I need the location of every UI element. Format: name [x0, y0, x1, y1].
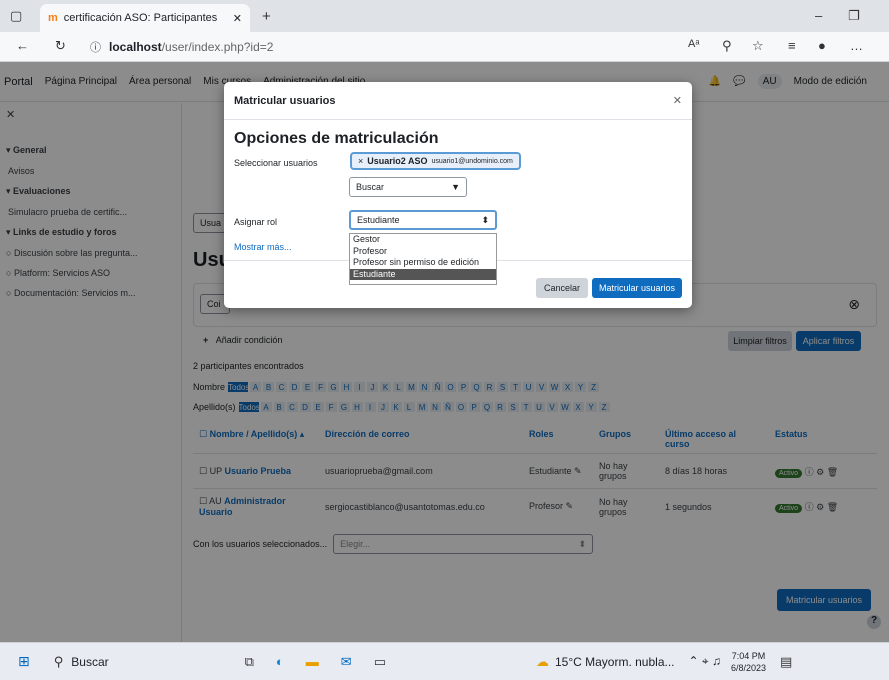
role-dropdown-list: Gestor Profesor Profesor sin permiso de … — [349, 233, 497, 285]
tab-title: certificación ASO: Participantes — [63, 12, 218, 24]
zoom-icon[interactable]: ⚲ — [722, 38, 732, 54]
close-modal-icon[interactable]: ✕ — [673, 94, 682, 107]
address-bar-row: ← ↻ ⓘ localhost/user/index.php?id=2 Aᵃ ⚲… — [0, 32, 889, 62]
restore-icon[interactable]: ❐ — [848, 8, 860, 24]
window-menu-icon[interactable]: ▢ — [10, 8, 22, 24]
mail-icon[interactable]: ✉ — [341, 654, 352, 670]
enrol-submit-button[interactable]: Matricular usuarios — [592, 278, 682, 298]
moodle-icon: m — [48, 12, 58, 24]
modal-title: Matricular usuarios — [234, 94, 336, 107]
select-users-label: Seleccionar usuarios — [234, 158, 318, 168]
minimize-icon[interactable]: – — [815, 8, 822, 23]
weather-icon: ☁ — [535, 653, 549, 669]
url-host: localhost — [109, 40, 162, 54]
taskbar-search[interactable]: Buscar — [71, 655, 108, 669]
modal-header: Matricular usuarios ✕ — [224, 82, 692, 120]
edge-icon[interactable]: ◐ — [276, 654, 284, 669]
search-icon[interactable]: ⚲ — [54, 654, 64, 670]
close-tab-icon[interactable]: ✕ — [233, 12, 242, 25]
more-icon[interactable]: … — [850, 38, 863, 53]
favorites-list-icon[interactable]: ≡ — [788, 38, 796, 53]
start-icon[interactable]: ⊞ — [18, 653, 30, 670]
role-select-value: Estudiante — [357, 215, 400, 225]
profile-icon[interactable]: ● — [818, 38, 826, 53]
tray-icons[interactable]: ⌃ ⌖ ♫ — [689, 654, 721, 669]
enrol-options-title: Opciones de matriculación — [234, 130, 439, 147]
windows-taskbar: ⊞ ⚲ Buscar ⧉ ◐ ▬ ✉ ▭ ☁ 15°C Mayorm. nubl… — [0, 642, 889, 680]
role-option-estudiante[interactable]: Estudiante — [350, 268, 496, 280]
show-more-link[interactable]: Mostrar más... — [234, 242, 292, 252]
terminal-icon[interactable]: ▭ — [374, 654, 386, 670]
chip-user-name: Usuario2 ASO — [367, 156, 428, 166]
search-placeholder: Buscar — [356, 182, 385, 192]
info-icon[interactable]: ⓘ — [90, 39, 101, 55]
clock-time: 7:04 PM — [731, 650, 766, 661]
back-icon[interactable]: ← — [16, 38, 29, 53]
dropdown-arrow-icon: ▼ — [451, 182, 460, 192]
role-option-profesor[interactable]: Profesor — [350, 246, 496, 258]
role-select[interactable]: Estudiante ⬍ — [349, 210, 497, 230]
clock[interactable]: 7:04 PM 6/8/2023 — [731, 650, 766, 674]
weather-text[interactable]: 15°C Mayorm. nubla... — [555, 655, 675, 669]
notifications-icon[interactable]: ▤ — [780, 654, 792, 670]
task-view-icon[interactable]: ⧉ — [245, 654, 254, 670]
chip-user-email: usuario1@undominio.com — [431, 157, 513, 165]
browser-tab[interactable]: m certificación ASO: Participantes ✕ — [40, 4, 250, 32]
browser-tab-bar: ▢ m certificación ASO: Participantes ✕ +… — [0, 0, 889, 32]
remove-user-icon[interactable]: × — [358, 156, 363, 166]
file-explorer-icon[interactable]: ▬ — [306, 654, 319, 669]
selected-user-chip[interactable]: × Usuario2 ASO usuario1@undominio.com — [350, 152, 521, 170]
role-option-gestor[interactable]: Gestor — [350, 234, 496, 246]
read-aloud-icon[interactable]: Aᵃ — [688, 38, 699, 50]
url-field[interactable]: ⓘ localhost/user/index.php?id=2 — [90, 36, 650, 58]
url-path: /user/index.php?id=2 — [161, 40, 274, 54]
search-users-input[interactable]: Buscar ▼ — [349, 177, 467, 197]
assign-role-label: Asignar rol — [234, 217, 278, 227]
cancel-button[interactable]: Cancelar — [536, 278, 588, 298]
new-tab-icon[interactable]: + — [262, 8, 271, 25]
role-option-profesor-sin-edicion[interactable]: Profesor sin permiso de edición — [350, 257, 496, 269]
favorite-icon[interactable]: ☆ — [752, 38, 764, 54]
reload-icon[interactable]: ↻ — [55, 38, 66, 54]
select-arrows-icon: ⬍ — [481, 214, 489, 225]
clock-date: 6/8/2023 — [730, 662, 767, 673]
